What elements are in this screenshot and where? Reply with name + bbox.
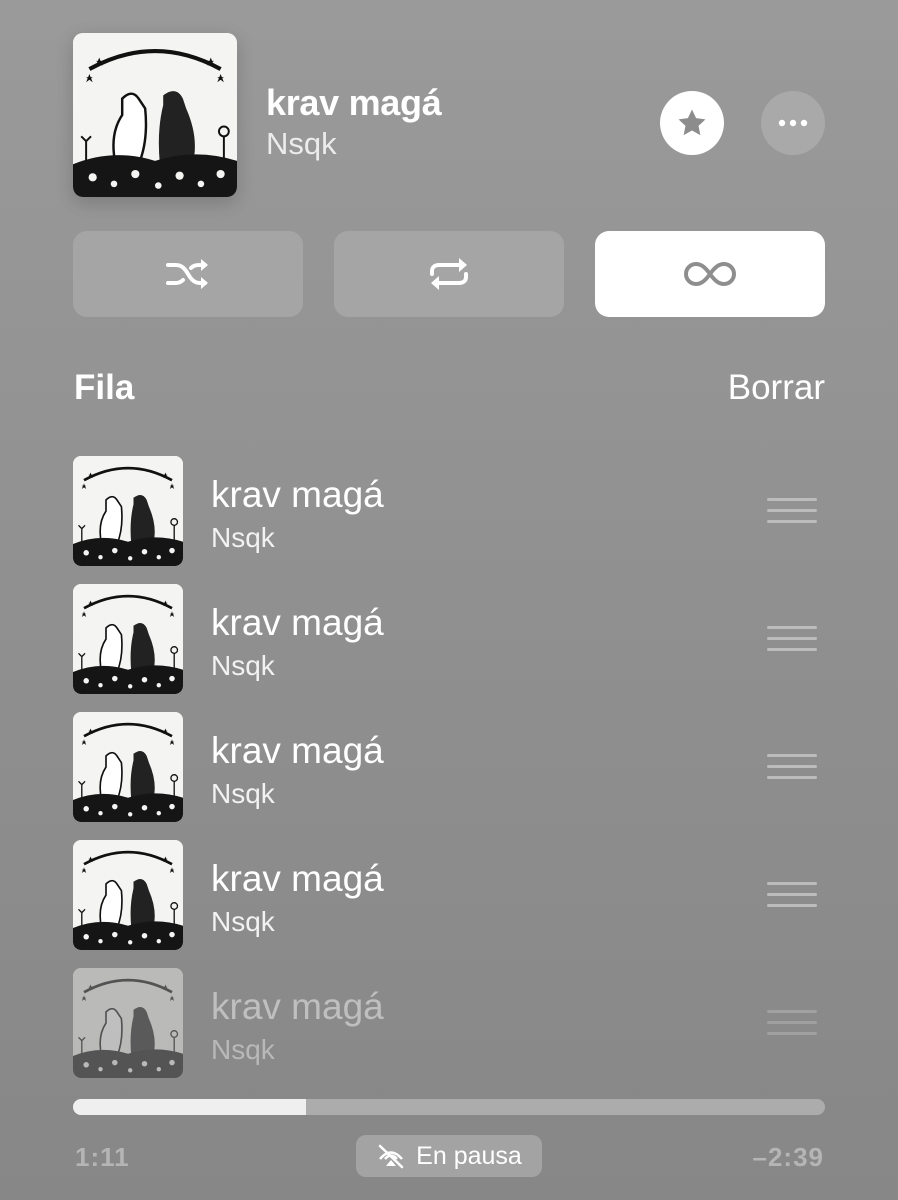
infinity-icon [684,261,736,287]
drag-handle-icon[interactable] [767,1010,817,1036]
progress-bar[interactable] [73,1099,825,1115]
ellipsis-icon [778,119,808,127]
queue-item[interactable]: krav magá Nsqk [73,840,825,952]
album-artwork-icon [73,840,183,950]
remaining-time: –2:39 [752,1142,824,1172]
queue-item-artist: Nsqk [211,906,275,937]
queue-item[interactable]: krav magá Nsqk [73,712,825,824]
shuffle-icon [166,259,208,289]
queue-item-artwork [73,584,183,694]
airplay-off-icon [378,1144,404,1169]
album-artwork-icon [73,968,183,1078]
queue-item[interactable]: krav magá Nsqk [73,456,825,568]
progress-fill [73,1099,307,1115]
queue-item[interactable]: krav magá Nsqk [73,584,825,696]
album-artwork [73,33,237,197]
drag-handle-icon[interactable] [767,754,817,780]
playback-status-badge[interactable]: En pausa [356,1135,542,1177]
more-options-button[interactable] [761,91,825,155]
queue-item-artwork [73,968,183,1078]
star-icon [678,109,706,136]
clear-queue-button[interactable]: Borrar [728,368,825,408]
elapsed-time: 1:11 [75,1142,130,1172]
album-artwork-icon [73,456,183,566]
queue-item-artwork [73,712,183,822]
queue-item-title: krav magá [211,474,384,515]
album-artwork-icon [73,584,183,694]
repeat-icon [430,258,468,290]
queue-item-artist: Nsqk [211,522,275,553]
album-artwork-icon [73,33,237,197]
queue-item-artist: Nsqk [211,778,275,809]
queue-item-title: krav magá [211,986,384,1027]
queue-item-artist: Nsqk [211,1034,275,1065]
playback-status-label: En pausa [416,1141,522,1170]
drag-handle-icon[interactable] [767,882,817,908]
favorite-button[interactable] [660,91,724,155]
repeat-button[interactable] [334,231,564,317]
album-artwork-icon [73,712,183,822]
queue-item-title: krav magá [211,858,384,899]
queue-heading: Fila [74,368,135,407]
queue-item-artist: Nsqk [211,650,275,681]
drag-handle-icon[interactable] [767,626,817,652]
queue-item-title: krav magá [211,730,384,771]
drag-handle-icon[interactable] [767,498,817,524]
autoplay-infinite-button[interactable] [595,231,825,317]
queue-item-title: krav magá [211,602,384,643]
shuffle-button[interactable] [73,231,303,317]
now-playing-title: krav magá [266,82,442,123]
queue-item-artwork [73,456,183,566]
now-playing-artist[interactable]: Nsqk [266,126,337,162]
queue-item-artwork [73,840,183,950]
queue-item[interactable]: krav magá Nsqk [73,968,825,1080]
